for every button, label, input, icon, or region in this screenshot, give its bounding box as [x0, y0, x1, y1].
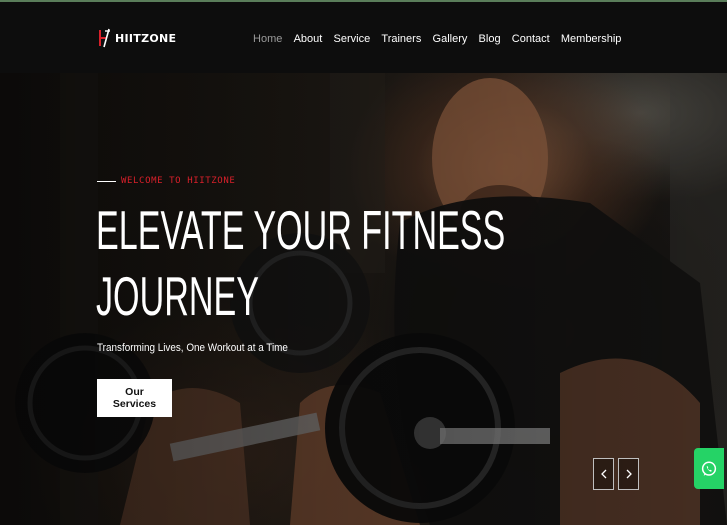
nav-item-blog[interactable]: Blog: [473, 31, 506, 47]
slider-prev-button[interactable]: [593, 458, 614, 490]
hero-title: ELEVATE YOUR FITNESS JOURNEY: [96, 197, 506, 329]
whatsapp-button[interactable]: [694, 448, 724, 489]
brand-logo[interactable]: HIITZONE: [98, 28, 176, 48]
nav-item-trainers[interactable]: Trainers: [376, 31, 427, 47]
slider-next-button[interactable]: [618, 458, 639, 490]
hero-title-line-1: ELEVATE YOUR FITNESS: [96, 199, 506, 261]
main-nav: Home About Service Trainers Gallery Blog…: [247, 31, 627, 47]
nav-item-contact[interactable]: Contact: [506, 31, 555, 47]
chevron-left-icon: [600, 469, 606, 479]
hero-subtitle: Transforming Lives, One Workout at a Tim…: [97, 342, 288, 354]
welcome-text: WELCOME TO HIITZONE: [121, 176, 236, 186]
welcome-tagline: WELCOME TO HIITZONE: [97, 176, 235, 186]
navbar: HIITZONE Home About Service Trainers Gal…: [0, 2, 727, 73]
brand-name: HIITZONE: [115, 31, 177, 45]
nav-item-home[interactable]: Home: [247, 31, 288, 47]
nav-item-service[interactable]: Service: [328, 31, 376, 47]
nav-item-gallery[interactable]: Gallery: [427, 31, 473, 47]
logo-mark-icon: [99, 28, 110, 48]
whatsapp-icon: [701, 461, 717, 476]
hero-title-line-2: JOURNEY: [96, 265, 259, 327]
hero-slider: WELCOME TO HIITZONE ELEVATE YOUR FITNESS…: [0, 73, 727, 525]
page: HIITZONE Home About Service Trainers Gal…: [0, 0, 727, 525]
our-services-button[interactable]: Our Services: [97, 379, 172, 417]
chevron-right-icon: [626, 469, 632, 479]
nav-item-about[interactable]: About: [288, 31, 328, 47]
nav-item-membership[interactable]: Membership: [555, 31, 627, 47]
tagline-line: [97, 180, 116, 182]
